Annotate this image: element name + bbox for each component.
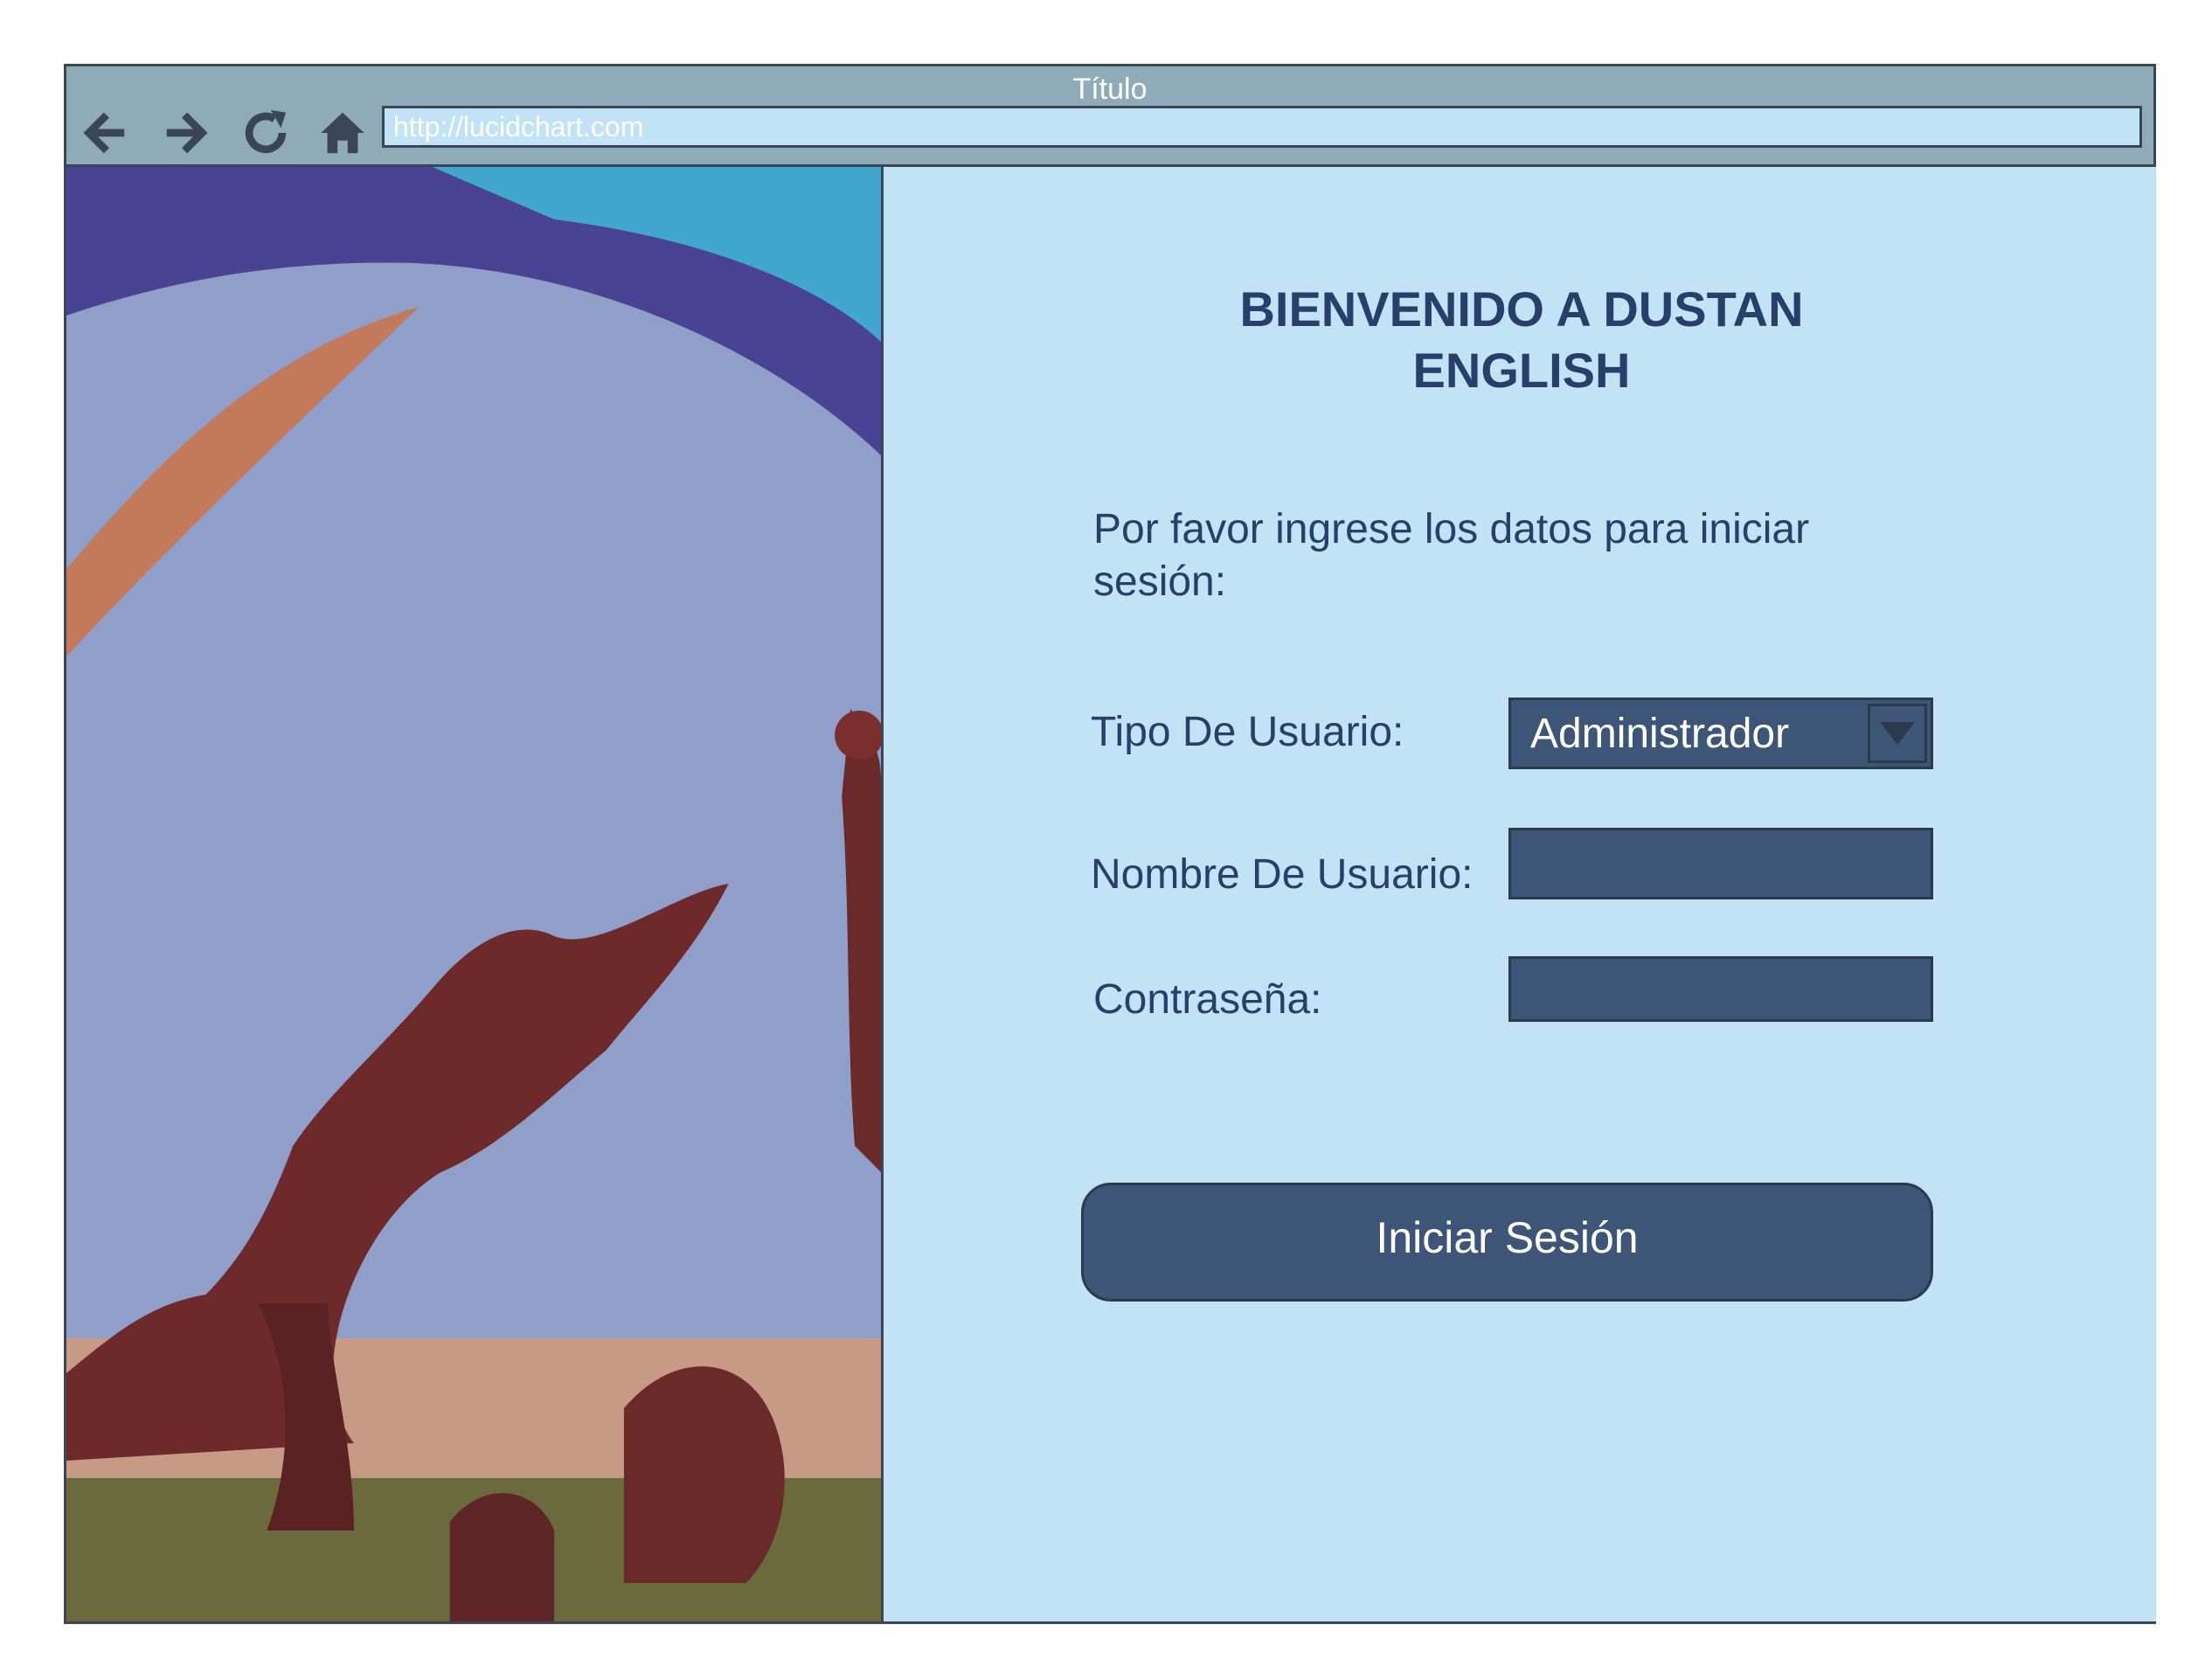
address-bar[interactable] — [382, 106, 2142, 148]
side-photo — [66, 167, 884, 1621]
back-arrow-icon[interactable] — [76, 105, 132, 161]
browser-toolbar: Título — [66, 66, 2153, 167]
user-type-select[interactable]: Administrador — [1508, 698, 1933, 769]
chevron-down-icon[interactable] — [1868, 704, 1927, 763]
window-title: Título — [1072, 73, 1148, 106]
refresh-icon[interactable] — [238, 105, 294, 161]
password-input[interactable] — [1508, 956, 1933, 1022]
login-form: BIENVENIDO A DUSTAN ENGLISH Por favor in… — [884, 167, 2156, 1621]
page-content: BIENVENIDO A DUSTAN ENGLISH Por favor in… — [66, 167, 2156, 1621]
user-type-label: Tipo De Usuario: — [1091, 709, 1404, 755]
forward-arrow-icon[interactable] — [159, 105, 215, 161]
username-input[interactable] — [1508, 828, 1933, 899]
instructions-text: Por favor ingrese los datos para iniciar… — [1093, 506, 1810, 605]
browser-window: Título http://lucidchart.com BIENVENIDO … — [64, 64, 2156, 1624]
password-label: Contraseña: — [1093, 976, 1322, 1023]
user-type-value: Administrador — [1530, 710, 1790, 757]
home-icon[interactable] — [315, 105, 371, 161]
welcome-heading: BIENVENIDO A DUSTAN ENGLISH — [1239, 281, 1804, 398]
login-button[interactable]: Iniciar Sesión — [1081, 1183, 1933, 1302]
username-label: Nombre De Usuario: — [1091, 851, 1474, 898]
